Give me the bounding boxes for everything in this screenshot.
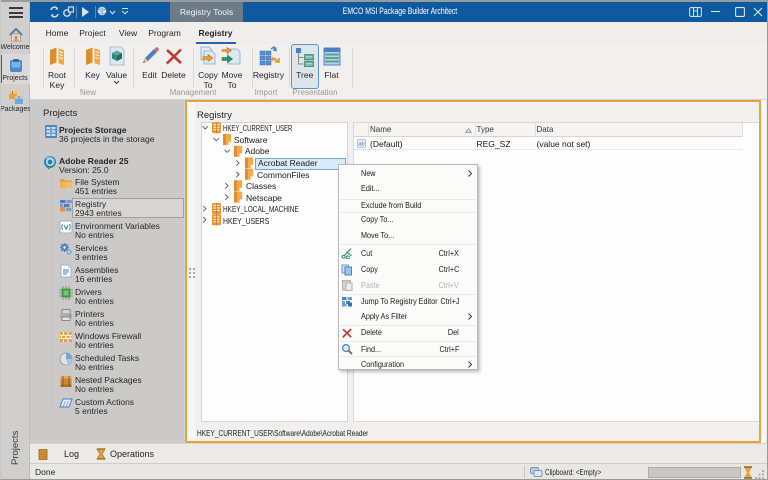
svg-text:ab: ab <box>358 142 364 148</box>
